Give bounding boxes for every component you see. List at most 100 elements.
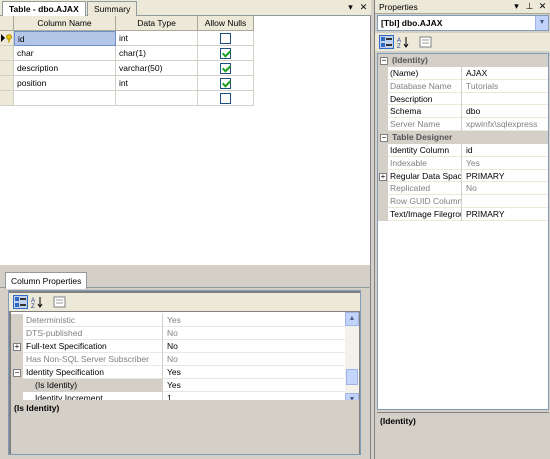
- property-value[interactable]: AJAX: [463, 67, 548, 80]
- column-properties-scrollbar[interactable]: ▲ ▼: [345, 312, 359, 407]
- property-row[interactable]: (Is Identity) Yes: [11, 379, 345, 392]
- data-type-cell[interactable]: int: [116, 76, 198, 91]
- property-pages-button[interactable]: [52, 295, 67, 309]
- column-name-cell[interactable]: position: [14, 76, 116, 91]
- property-value[interactable]: Yes: [164, 379, 345, 392]
- table-row[interactable]: [0, 91, 256, 106]
- table-row[interactable]: description varchar(50): [0, 61, 256, 76]
- property-row[interactable]: Server Name xpwinfx\sqlexpress: [378, 118, 548, 131]
- description-title: (Is Identity): [14, 403, 60, 413]
- property-category[interactable]: − Table Designer: [378, 131, 548, 144]
- property-value[interactable]: PRIMARY: [463, 208, 548, 221]
- property-row[interactable]: Database Name Tutorials: [378, 79, 548, 93]
- property-value[interactable]: No: [164, 340, 345, 353]
- category-label: Table Designer: [392, 132, 453, 142]
- tab-summary[interactable]: Summary: [87, 1, 138, 16]
- expand-icon[interactable]: +: [13, 343, 21, 351]
- property-pages-button[interactable]: [418, 35, 433, 49]
- collapse-icon[interactable]: −: [380, 57, 388, 65]
- property-name: (Name): [388, 67, 462, 80]
- property-value[interactable]: PRIMARY: [463, 170, 548, 183]
- alphabetical-button[interactable]: AZ: [396, 35, 411, 50]
- property-value[interactable]: [463, 93, 548, 106]
- column-name-cell[interactable]: char: [14, 46, 116, 61]
- column-name-header[interactable]: Column Name: [14, 16, 116, 31]
- row-selector[interactable]: [0, 91, 14, 106]
- property-name: Database Name: [388, 79, 462, 93]
- property-row[interactable]: + Full-text Specification No: [11, 340, 345, 353]
- column-name-cell[interactable]: description: [14, 61, 116, 76]
- object-selector[interactable]: [Tbl] dbo.AJAX: [377, 15, 549, 31]
- pin-icon[interactable]: ⊥: [524, 1, 535, 12]
- description-title: (Identity): [380, 416, 416, 426]
- tab-table-dbo-ajax[interactable]: Table - dbo.AJAX: [2, 1, 86, 17]
- allow-nulls-checkbox[interactable]: [220, 78, 231, 89]
- data-type-cell[interactable]: varchar(50): [116, 61, 198, 76]
- property-name: Identity Specification: [23, 366, 163, 379]
- data-type-cell[interactable]: char(1): [116, 46, 198, 61]
- collapse-icon[interactable]: −: [380, 134, 388, 142]
- row-selector[interactable]: [0, 31, 14, 46]
- data-type-header[interactable]: Data Type: [116, 16, 198, 31]
- window-menu-icon[interactable]: ▾: [345, 2, 356, 13]
- property-value[interactable]: Yes: [463, 157, 548, 170]
- close-icon[interactable]: ✕: [358, 2, 369, 13]
- property-row[interactable]: − Identity Specification Yes: [11, 366, 345, 379]
- property-value[interactable]: Tutorials: [463, 80, 548, 93]
- property-value[interactable]: Yes: [164, 314, 345, 327]
- property-name: Identity Column: [388, 144, 462, 157]
- row-selector[interactable]: [0, 46, 14, 61]
- allow-nulls-checkbox[interactable]: [220, 48, 231, 59]
- property-row[interactable]: Replicated No: [378, 182, 548, 196]
- property-row[interactable]: Deterministic Yes: [11, 314, 345, 327]
- dropdown-icon[interactable]: ▾: [511, 1, 522, 12]
- sort-alphabetical-icon: AZ: [397, 37, 409, 50]
- row-selector[interactable]: [0, 61, 14, 76]
- property-row[interactable]: Text/Image Filegrou PRIMARY: [378, 208, 548, 221]
- data-type-cell[interactable]: int: [116, 31, 198, 46]
- property-value[interactable]: id: [463, 144, 548, 157]
- svg-text:Z: Z: [397, 44, 401, 48]
- property-value[interactable]: dbo: [463, 105, 548, 118]
- property-row[interactable]: Description: [378, 92, 548, 106]
- scroll-up-icon[interactable]: ▲: [345, 312, 359, 326]
- property-row[interactable]: Row GUID Column: [378, 195, 548, 208]
- property-value[interactable]: No: [164, 327, 345, 340]
- row-selector[interactable]: [0, 76, 14, 91]
- column-name-cell[interactable]: [14, 91, 116, 106]
- tab-column-properties[interactable]: Column Properties: [5, 272, 88, 289]
- allow-nulls-checkbox[interactable]: [220, 93, 231, 104]
- expand-icon[interactable]: +: [379, 172, 387, 181]
- property-value[interactable]: [463, 195, 548, 208]
- property-row[interactable]: DTS-published No: [11, 327, 345, 340]
- property-row[interactable]: Has Non-SQL Server Subscriber No: [11, 353, 345, 366]
- close-icon[interactable]: ✕: [537, 1, 548, 12]
- property-row[interactable]: Identity Column id: [378, 144, 548, 157]
- allow-nulls-checkbox[interactable]: [220, 33, 231, 44]
- allow-nulls-checkbox[interactable]: [220, 63, 231, 74]
- property-value[interactable]: No: [463, 182, 548, 195]
- property-category[interactable]: − (Identity): [378, 54, 548, 67]
- collapse-icon[interactable]: −: [13, 369, 21, 377]
- table-row[interactable]: position int: [0, 76, 256, 91]
- alphabetical-button[interactable]: AZ: [30, 295, 45, 310]
- data-type-cell[interactable]: [116, 91, 198, 106]
- property-value[interactable]: xpwinfx\sqlexpress: [463, 118, 548, 131]
- categorized-button[interactable]: [13, 295, 28, 309]
- property-value[interactable]: Yes: [164, 366, 345, 379]
- allow-nulls-cell: [198, 91, 254, 106]
- table-row[interactable]: id int: [0, 31, 256, 46]
- property-row[interactable]: (Name) AJAX: [378, 67, 548, 80]
- categorized-button[interactable]: [379, 35, 394, 49]
- scroll-thumb[interactable]: [346, 369, 358, 385]
- allow-nulls-cell: [198, 31, 254, 46]
- row-gutter: [378, 208, 388, 221]
- property-value[interactable]: No: [164, 353, 345, 366]
- chevron-down-icon[interactable]: ▼: [535, 16, 548, 30]
- column-name-cell[interactable]: id: [14, 31, 116, 46]
- property-row[interactable]: Schema dbo: [378, 105, 548, 119]
- table-row[interactable]: char char(1): [0, 46, 256, 61]
- property-row[interactable]: Indexable Yes: [378, 156, 548, 170]
- property-row[interactable]: + Regular Data Space PRIMARY: [378, 169, 548, 183]
- allow-nulls-header[interactable]: Allow Nulls: [198, 16, 254, 31]
